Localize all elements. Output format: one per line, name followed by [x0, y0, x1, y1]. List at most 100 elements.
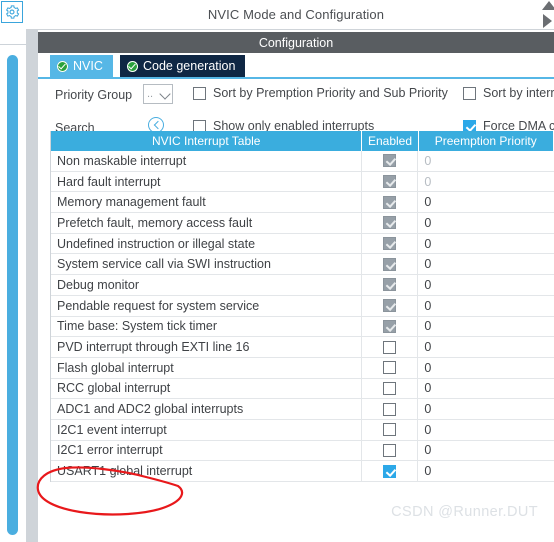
enabled-checkbox[interactable]	[383, 340, 397, 354]
preemption-priority-cell[interactable]: 0	[418, 441, 554, 461]
preemption-priority-cell[interactable]: 0	[418, 399, 554, 419]
configuration-window: NVIC Mode and Configuration Configuratio…	[26, 0, 554, 542]
table-row[interactable]: I2C1 event interrupt 0	[51, 419, 554, 441]
table-row[interactable]: I2C1 error interrupt 0	[51, 440, 554, 462]
enabled-checkbox[interactable]	[383, 361, 397, 375]
preemption-priority-cell[interactable]: 0	[418, 296, 554, 316]
tab-nvic-label: NVIC	[73, 59, 103, 73]
enabled-cell[interactable]	[362, 275, 419, 295]
gear-icon-button[interactable]	[1, 1, 23, 23]
enabled-checkbox[interactable]	[383, 195, 397, 209]
enabled-cell[interactable]	[362, 440, 419, 461]
enabled-checkbox[interactable]	[383, 381, 397, 395]
checkbox-sort-by-interrupts[interactable]: Sort by interrupts	[463, 86, 554, 100]
interrupt-name-cell: ADC1 and ADC2 global interrupts	[51, 399, 363, 419]
preemption-priority-cell[interactable]: 0	[418, 317, 554, 337]
triangle-up-icon[interactable]	[542, 1, 554, 10]
preemption-priority-cell[interactable]: 0	[418, 254, 554, 274]
enabled-cell[interactable]	[362, 419, 419, 440]
priority-group-select[interactable]: ..	[143, 84, 173, 104]
table-row[interactable]: RCC global interrupt 0	[51, 378, 554, 400]
table-row[interactable]: Flash global interrupt 0	[51, 357, 554, 379]
column-header-preemption-priority[interactable]: Preemption Priority	[419, 131, 554, 151]
triangle-right-icon[interactable]	[543, 14, 552, 28]
table-row[interactable]: Pendable request for system service 0	[51, 295, 554, 317]
enabled-checkbox[interactable]	[383, 464, 397, 478]
table-header-row: NVIC Interrupt Table Enabled Preemption …	[51, 131, 554, 151]
table-row[interactable]: Non maskable interrupt 0	[51, 151, 554, 172]
table-row[interactable]: Time base: System tick timer 0	[51, 316, 554, 338]
preemption-priority-cell[interactable]: 0	[418, 213, 554, 233]
enabled-cell[interactable]	[362, 254, 419, 275]
preemption-priority-cell[interactable]: 0	[418, 461, 554, 481]
tab-code-generation[interactable]: Code generation	[120, 55, 246, 77]
configuration-header-bar: Configuration	[38, 32, 554, 53]
column-header-name[interactable]: NVIC Interrupt Table	[51, 131, 363, 151]
table-row[interactable]: Prefetch fault, memory access fault 0	[51, 213, 554, 234]
table-row[interactable]: Memory management fault 0	[51, 192, 554, 214]
enabled-cell[interactable]	[362, 213, 419, 233]
enabled-checkbox[interactable]	[383, 423, 397, 437]
enabled-cell[interactable]	[362, 171, 419, 192]
preemption-priority-cell[interactable]: 0	[418, 358, 554, 378]
preemption-priority-cell[interactable]: 0	[418, 275, 554, 295]
table-row[interactable]: Debug monitor 0	[51, 275, 554, 296]
interrupt-name-cell: Flash global interrupt	[51, 357, 363, 378]
interrupt-name-cell: Non maskable interrupt	[51, 151, 363, 171]
enabled-cell[interactable]	[362, 378, 419, 399]
tab-nvic[interactable]: NVIC	[50, 55, 113, 77]
enabled-cell[interactable]	[362, 399, 419, 419]
enabled-cell[interactable]	[362, 357, 419, 378]
enabled-cell[interactable]	[362, 233, 419, 254]
enabled-checkbox[interactable]	[383, 443, 397, 457]
panel-gutter-top	[26, 0, 38, 29]
tab-bar: NVIC Code generation	[38, 55, 554, 77]
checkbox-sort-by-preemption[interactable]: Sort by Premption Priority and Sub Prior…	[193, 86, 448, 100]
preemption-priority-cell[interactable]: 0	[418, 192, 554, 212]
enabled-cell[interactable]	[362, 461, 419, 481]
table-row[interactable]: USART1 global interrupt 0	[51, 461, 554, 482]
enabled-cell[interactable]	[362, 151, 419, 171]
interrupt-name-cell: Time base: System tick timer	[51, 316, 363, 337]
interrupt-name-cell: Pendable request for system service	[51, 295, 363, 316]
enabled-checkbox[interactable]	[383, 402, 397, 416]
enabled-checkbox[interactable]	[383, 257, 397, 271]
table-row[interactable]: Hard fault interrupt 0	[51, 171, 554, 193]
table-row[interactable]: Undefined instruction or illegal state 0	[51, 233, 554, 255]
enabled-checkbox[interactable]	[383, 278, 397, 292]
configuration-header-label: Configuration	[258, 35, 334, 50]
checkbox-box	[463, 86, 476, 100]
nvic-interrupt-table: NVIC Interrupt Table Enabled Preemption …	[50, 131, 554, 482]
interrupt-name-cell: Debug monitor	[51, 275, 363, 295]
enabled-cell[interactable]	[362, 295, 419, 316]
preemption-priority-cell[interactable]: 0	[418, 420, 554, 440]
table-row[interactable]: PVD interrupt through EXTI line 16 0	[51, 337, 554, 358]
preemption-priority-cell[interactable]: 0	[418, 234, 554, 254]
interrupt-name-cell: I2C1 error interrupt	[51, 440, 363, 461]
column-header-enabled[interactable]: Enabled	[362, 131, 419, 151]
enabled-cell[interactable]	[362, 337, 419, 357]
vertical-scrollbar[interactable]	[7, 55, 18, 535]
preemption-priority-cell[interactable]: 0	[418, 172, 554, 192]
preemption-priority-cell[interactable]: 0	[418, 337, 554, 357]
enabled-checkbox[interactable]	[383, 237, 397, 251]
checkbox-sort-by-interrupts-label: Sort by interrupts	[483, 86, 554, 100]
enabled-cell[interactable]	[362, 316, 419, 337]
preemption-priority-cell[interactable]: 0	[418, 151, 554, 171]
check-circle-icon	[57, 60, 68, 72]
interrupt-name-cell: I2C1 event interrupt	[51, 419, 363, 440]
table-row[interactable]: System service call via SWI instruction 0	[51, 254, 554, 276]
interrupt-name-cell: Hard fault interrupt	[51, 171, 363, 192]
enabled-checkbox[interactable]	[383, 154, 397, 168]
table-row[interactable]: ADC1 and ADC2 global interrupts 0	[51, 399, 554, 420]
enabled-checkbox[interactable]	[383, 319, 397, 333]
nvic-configuration-screen: NVIC Mode and Configuration Configuratio…	[0, 0, 554, 542]
enabled-checkbox[interactable]	[383, 216, 397, 230]
preemption-priority-cell[interactable]: 0	[418, 379, 554, 399]
enabled-checkbox[interactable]	[383, 299, 397, 313]
interrupt-name-cell: RCC global interrupt	[51, 378, 363, 399]
watermark: CSDN @Runner.DUT	[391, 504, 538, 520]
enabled-checkbox[interactable]	[383, 175, 397, 189]
page-title: NVIC Mode and Configuration	[207, 7, 385, 22]
enabled-cell[interactable]	[362, 192, 419, 213]
